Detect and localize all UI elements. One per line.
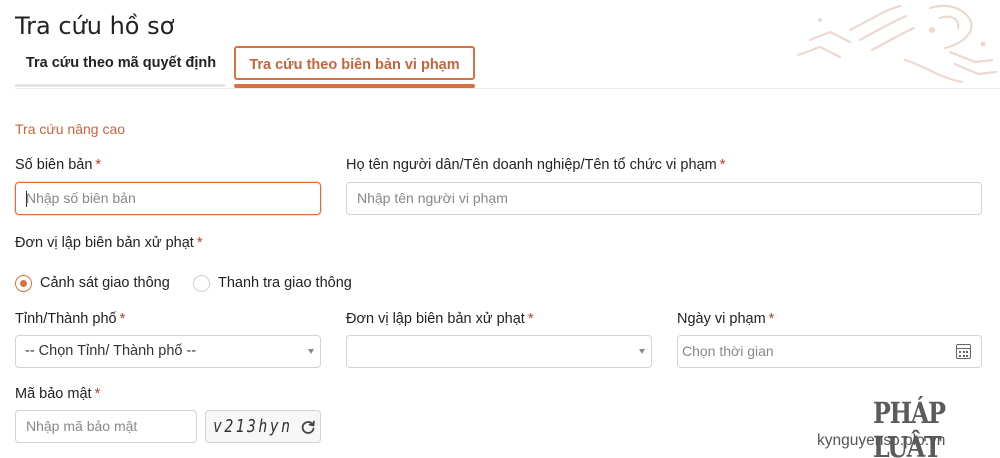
violator-name-input[interactable]: Nhập tên người vi phạm [346, 182, 982, 215]
radio-button[interactable] [193, 274, 210, 292]
required-mark: * [527, 311, 534, 327]
tab-label: Tra cứu theo biên bản vi phạm [249, 57, 460, 73]
refresh-icon[interactable] [300, 419, 316, 435]
radio-label: Thanh tra giao thông [218, 275, 352, 291]
tab-bar: Tra cứu theo mã quyết định Tra cứu theo … [15, 46, 475, 88]
security-code-input[interactable]: Nhập mã bảo mật [15, 410, 197, 443]
violation-date-picker[interactable]: Chọn thời gian [677, 335, 982, 368]
required-mark: * [94, 386, 101, 402]
radio-button[interactable] [15, 274, 32, 292]
tab-label: Tra cứu theo mã quyết định [25, 55, 217, 71]
tab-lookup-by-violation-record[interactable]: Tra cứu theo biên bản vi phạm [234, 46, 475, 88]
issuing-unit-type-label: Đơn vị lập biên bản xử phạt * [15, 235, 203, 251]
source-url: kynguyenso.plo.vn [817, 432, 946, 449]
input-placeholder: Chọn thời gian [682, 343, 774, 359]
input-placeholder: Nhập số biên bản [26, 190, 136, 206]
captcha-image: v213hyn [205, 410, 321, 443]
violator-name-label: Họ tên người dân/Tên doanh nghiệp/Tên tổ… [346, 157, 726, 173]
issuing-unit-label: Đơn vị lập biên bản xử phạt * [346, 311, 534, 327]
input-placeholder: Nhập tên người vi phạm [357, 190, 508, 206]
required-mark: * [95, 157, 102, 173]
radio-label: Cảnh sát giao thông [40, 275, 170, 291]
required-mark: * [768, 311, 775, 327]
tab-lookup-by-decision[interactable]: Tra cứu theo mã quyết định [15, 46, 225, 87]
decorative-pattern [796, 4, 998, 84]
security-code-label: Mã bảo mật * [15, 386, 101, 402]
record-number-label: Số biên bản * [15, 157, 102, 173]
select-value: -- Chọn Tỉnh/ Thành phố -- [25, 343, 197, 359]
input-placeholder: Nhập mã bảo mật [26, 418, 138, 434]
required-mark: * [196, 235, 203, 251]
radio-traffic-inspector[interactable]: Thanh tra giao thông [193, 273, 352, 293]
issuing-unit-select[interactable] [346, 335, 652, 368]
radio-traffic-police[interactable]: Cảnh sát giao thông [15, 273, 170, 293]
tab-underline [15, 84, 225, 87]
section-title: Tra cứu nâng cao [15, 121, 126, 137]
record-number-input[interactable]: Nhập số biên bản [15, 182, 321, 215]
page-title: Tra cứu hồ sơ [15, 12, 175, 40]
province-select[interactable]: -- Chọn Tỉnh/ Thành phố -- [15, 335, 321, 368]
divider [15, 88, 1000, 89]
caret-down-icon [308, 349, 314, 354]
province-label: Tỉnh/Thành phố * [15, 311, 126, 327]
captcha-text: v213hyn [213, 416, 293, 437]
violation-date-label: Ngày vi phạm * [677, 311, 775, 327]
caret-down-icon [639, 349, 645, 354]
required-mark: * [119, 311, 126, 327]
required-mark: * [719, 157, 726, 173]
calendar-icon[interactable] [956, 344, 971, 359]
